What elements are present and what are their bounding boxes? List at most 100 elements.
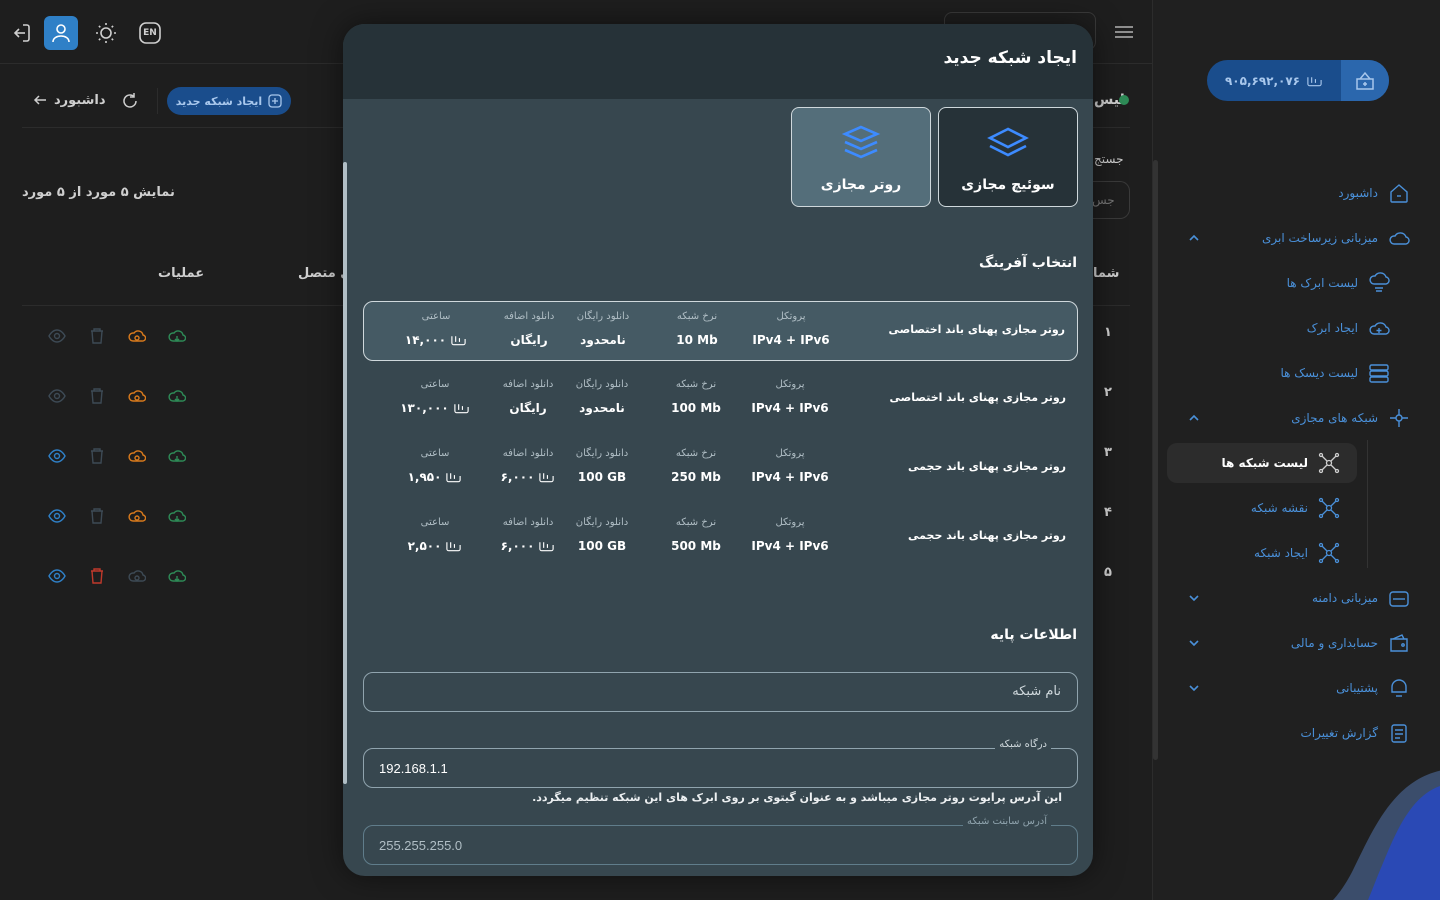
plan-protocol: پروتکل IPv4 + IPv6 <box>745 448 835 484</box>
cloud-connect-icon[interactable] <box>168 567 186 585</box>
plan-option[interactable]: روتر مجازی پهنای باند حجمی پروتکل IPv4 + I… <box>363 508 1078 568</box>
subnet-label: آدرس سابنت شبکه <box>963 816 1051 827</box>
plan-extra-download-label: دانلود اضافه <box>502 517 554 528</box>
cloud-disconnect-icon[interactable] <box>128 507 146 525</box>
chevron-down-icon[interactable] <box>1187 636 1201 650</box>
back-link[interactable]: داشبورد <box>32 92 106 108</box>
search-input[interactable]: جس <box>1090 181 1130 219</box>
cloud-disconnect-icon[interactable] <box>128 447 146 465</box>
changelog-icon <box>1391 724 1407 743</box>
plan-rate-label: نرخ شبکه <box>676 311 718 322</box>
rial-icon <box>454 404 469 414</box>
plan-option[interactable]: روتر مجازی پهنای باند اختصاصی پروتکل IPv4 … <box>363 370 1078 430</box>
row-number: ۵ <box>1104 565 1112 580</box>
plan-protocol-label: پروتکل <box>775 448 805 459</box>
plan-protocol: پروتکل IPv4 + IPv6 <box>746 311 836 347</box>
gateway-field[interactable]: درگاه شبکه 192.168.1.1 <box>363 739 1078 788</box>
cloud-connect-icon[interactable] <box>168 447 186 465</box>
chevron-down-icon[interactable] <box>1187 591 1201 605</box>
plan-option[interactable]: روتر مجازی پهنای باند حجمی پروتکل IPv4 + I… <box>363 439 1078 499</box>
plan-extra-download-value: رایگان <box>509 401 547 415</box>
cloud-connect-icon[interactable] <box>168 327 186 345</box>
sidebar-item-label: میزبانی دامنه <box>1312 591 1378 605</box>
plan-name: روتر مجازی پهنای باند اختصاصی <box>889 391 1067 404</box>
layers-icon <box>987 127 1029 157</box>
view-icon[interactable] <box>48 387 66 405</box>
plan-protocol: پروتکل IPv4 + IPv6 <box>745 379 835 415</box>
subnet-field[interactable]: آدرس سابنت شبکه 255.255.255.0 <box>363 816 1078 865</box>
cloud-disconnect-icon[interactable] <box>128 567 146 585</box>
create-network-button[interactable]: ایجاد شبکه جدید <box>167 87 291 115</box>
sidebar-tree-line <box>1367 440 1368 568</box>
delete-icon[interactable] <box>88 447 106 465</box>
delete-icon[interactable] <box>88 567 106 585</box>
sidebar-item-support[interactable]: پشتیبانی <box>1336 673 1410 703</box>
plan-protocol-label: پروتکل <box>776 311 806 322</box>
plan-option[interactable]: روتر مجازی پهنای باند اختصاصی پروتکل IPv4 … <box>363 301 1078 361</box>
sidebar-item-accounting[interactable]: حسابداری و مالی <box>1291 628 1410 658</box>
gateway-label: درگاه شبکه <box>995 739 1051 750</box>
user-icon[interactable] <box>44 16 78 50</box>
plan-hourly-label: ساعتی <box>420 517 450 528</box>
sidebar-item-label: نقشه شبکه <box>1250 501 1308 515</box>
status-dot <box>1119 95 1129 105</box>
cloud-disconnect-icon[interactable] <box>128 387 146 405</box>
plan-extra-download-value: ۶,۰۰۰ <box>500 539 535 553</box>
sidebar-item-disk-list[interactable]: لیست دیسک ها <box>1280 358 1390 388</box>
showing-count: نمایش ۵ مورد از ۵ مورد <box>22 185 175 200</box>
wallet-amount-value: ۹۰۵,۶۹۲,۰۷۶ <box>1224 73 1301 88</box>
sidebar-item-network-map[interactable]: نقشه شبکه <box>1251 493 1340 523</box>
modal-header: ایجاد شبکه جدید <box>343 24 1093 99</box>
stack-icon <box>841 125 881 159</box>
cloud-connect-icon[interactable] <box>168 387 186 405</box>
rial-icon <box>446 542 462 552</box>
menu-icon[interactable] <box>1110 20 1138 44</box>
delete-icon[interactable] <box>88 387 106 405</box>
plan-rate: نرخ شبکه 100 Mb <box>651 379 741 415</box>
sidebar-item-label: حسابداری و مالی <box>1290 636 1378 650</box>
search-label: جستج <box>1094 152 1124 166</box>
sidebar-item-label: پشتیبانی <box>1336 681 1378 695</box>
sidebar-item-dashboard[interactable]: داشبورد <box>1338 178 1410 208</box>
type-card-virtual-router[interactable]: روتر مجازی <box>791 107 931 207</box>
sidebar-item-domain-hosting[interactable]: میزبانی دامنه <box>1312 583 1410 613</box>
sidebar-item-cloud-list[interactable]: لیست ابرک ها <box>1287 268 1390 298</box>
delete-icon[interactable] <box>88 507 106 525</box>
sidebar-item-label: لیست دیسک ها <box>1280 366 1358 380</box>
network-icon <box>1390 409 1408 427</box>
network-name-field[interactable]: نام شبکه <box>363 672 1078 712</box>
chevron-up-icon[interactable] <box>1187 411 1201 425</box>
view-icon[interactable] <box>48 327 66 345</box>
sidebar-scrollbar[interactable] <box>1153 160 1158 760</box>
view-icon[interactable] <box>48 507 66 525</box>
type-card-virtual-switch[interactable]: سوئیچ مجازی <box>938 107 1078 207</box>
wallet-add-icon[interactable] <box>1341 60 1389 101</box>
sun-icon[interactable] <box>89 16 123 50</box>
sidebar-item-cloud-create[interactable]: ایجاد ابرک <box>1307 313 1390 343</box>
sidebar-item-changelog[interactable]: گزارش تغییرات <box>1300 718 1410 748</box>
language-button[interactable]: EN <box>133 16 167 50</box>
chevron-up-icon[interactable] <box>1187 231 1201 245</box>
plan-hourly-value: ۱۳۰,۰۰۰ <box>400 401 449 415</box>
plan-rate-value: 250 Mb <box>671 470 721 484</box>
cloud-connect-icon[interactable] <box>168 507 186 525</box>
sidebar-item-cloud-hosting[interactable]: میزبانی زیرساخت ابری <box>1262 223 1410 253</box>
plan-extra-download: دانلود اضافه ۶,۰۰۰ <box>483 517 573 553</box>
sidebar-item-virtual-networks[interactable]: شبکه های مجازی <box>1291 403 1410 433</box>
logout-icon[interactable] <box>4 16 38 50</box>
modal-scrollbar[interactable] <box>343 162 347 784</box>
plan-hourly: ساعتی ۱۳۰,۰۰۰ <box>390 379 480 415</box>
chevron-down-icon[interactable] <box>1187 681 1201 695</box>
plan-protocol: پروتکل IPv4 + IPv6 <box>745 517 835 553</box>
cloud-disconnect-icon[interactable] <box>128 327 146 345</box>
network-add-icon <box>1318 542 1340 564</box>
wallet-balance[interactable]: ۹۰۵,۶۹۲,۰۷۶ <box>1207 60 1389 101</box>
plan-name: روتر مجازی پهنای باند اختصاصی <box>888 323 1066 336</box>
delete-icon[interactable] <box>88 327 106 345</box>
sidebar-item-network-list[interactable]: لیست شبکه ها <box>1222 448 1340 478</box>
view-icon[interactable] <box>48 567 66 585</box>
view-icon[interactable] <box>48 447 66 465</box>
refresh-icon[interactable] <box>120 91 140 115</box>
sidebar-item-network-create[interactable]: ایجاد شبکه <box>1254 538 1340 568</box>
network-name-placeholder: نام شبکه <box>1012 684 1061 699</box>
